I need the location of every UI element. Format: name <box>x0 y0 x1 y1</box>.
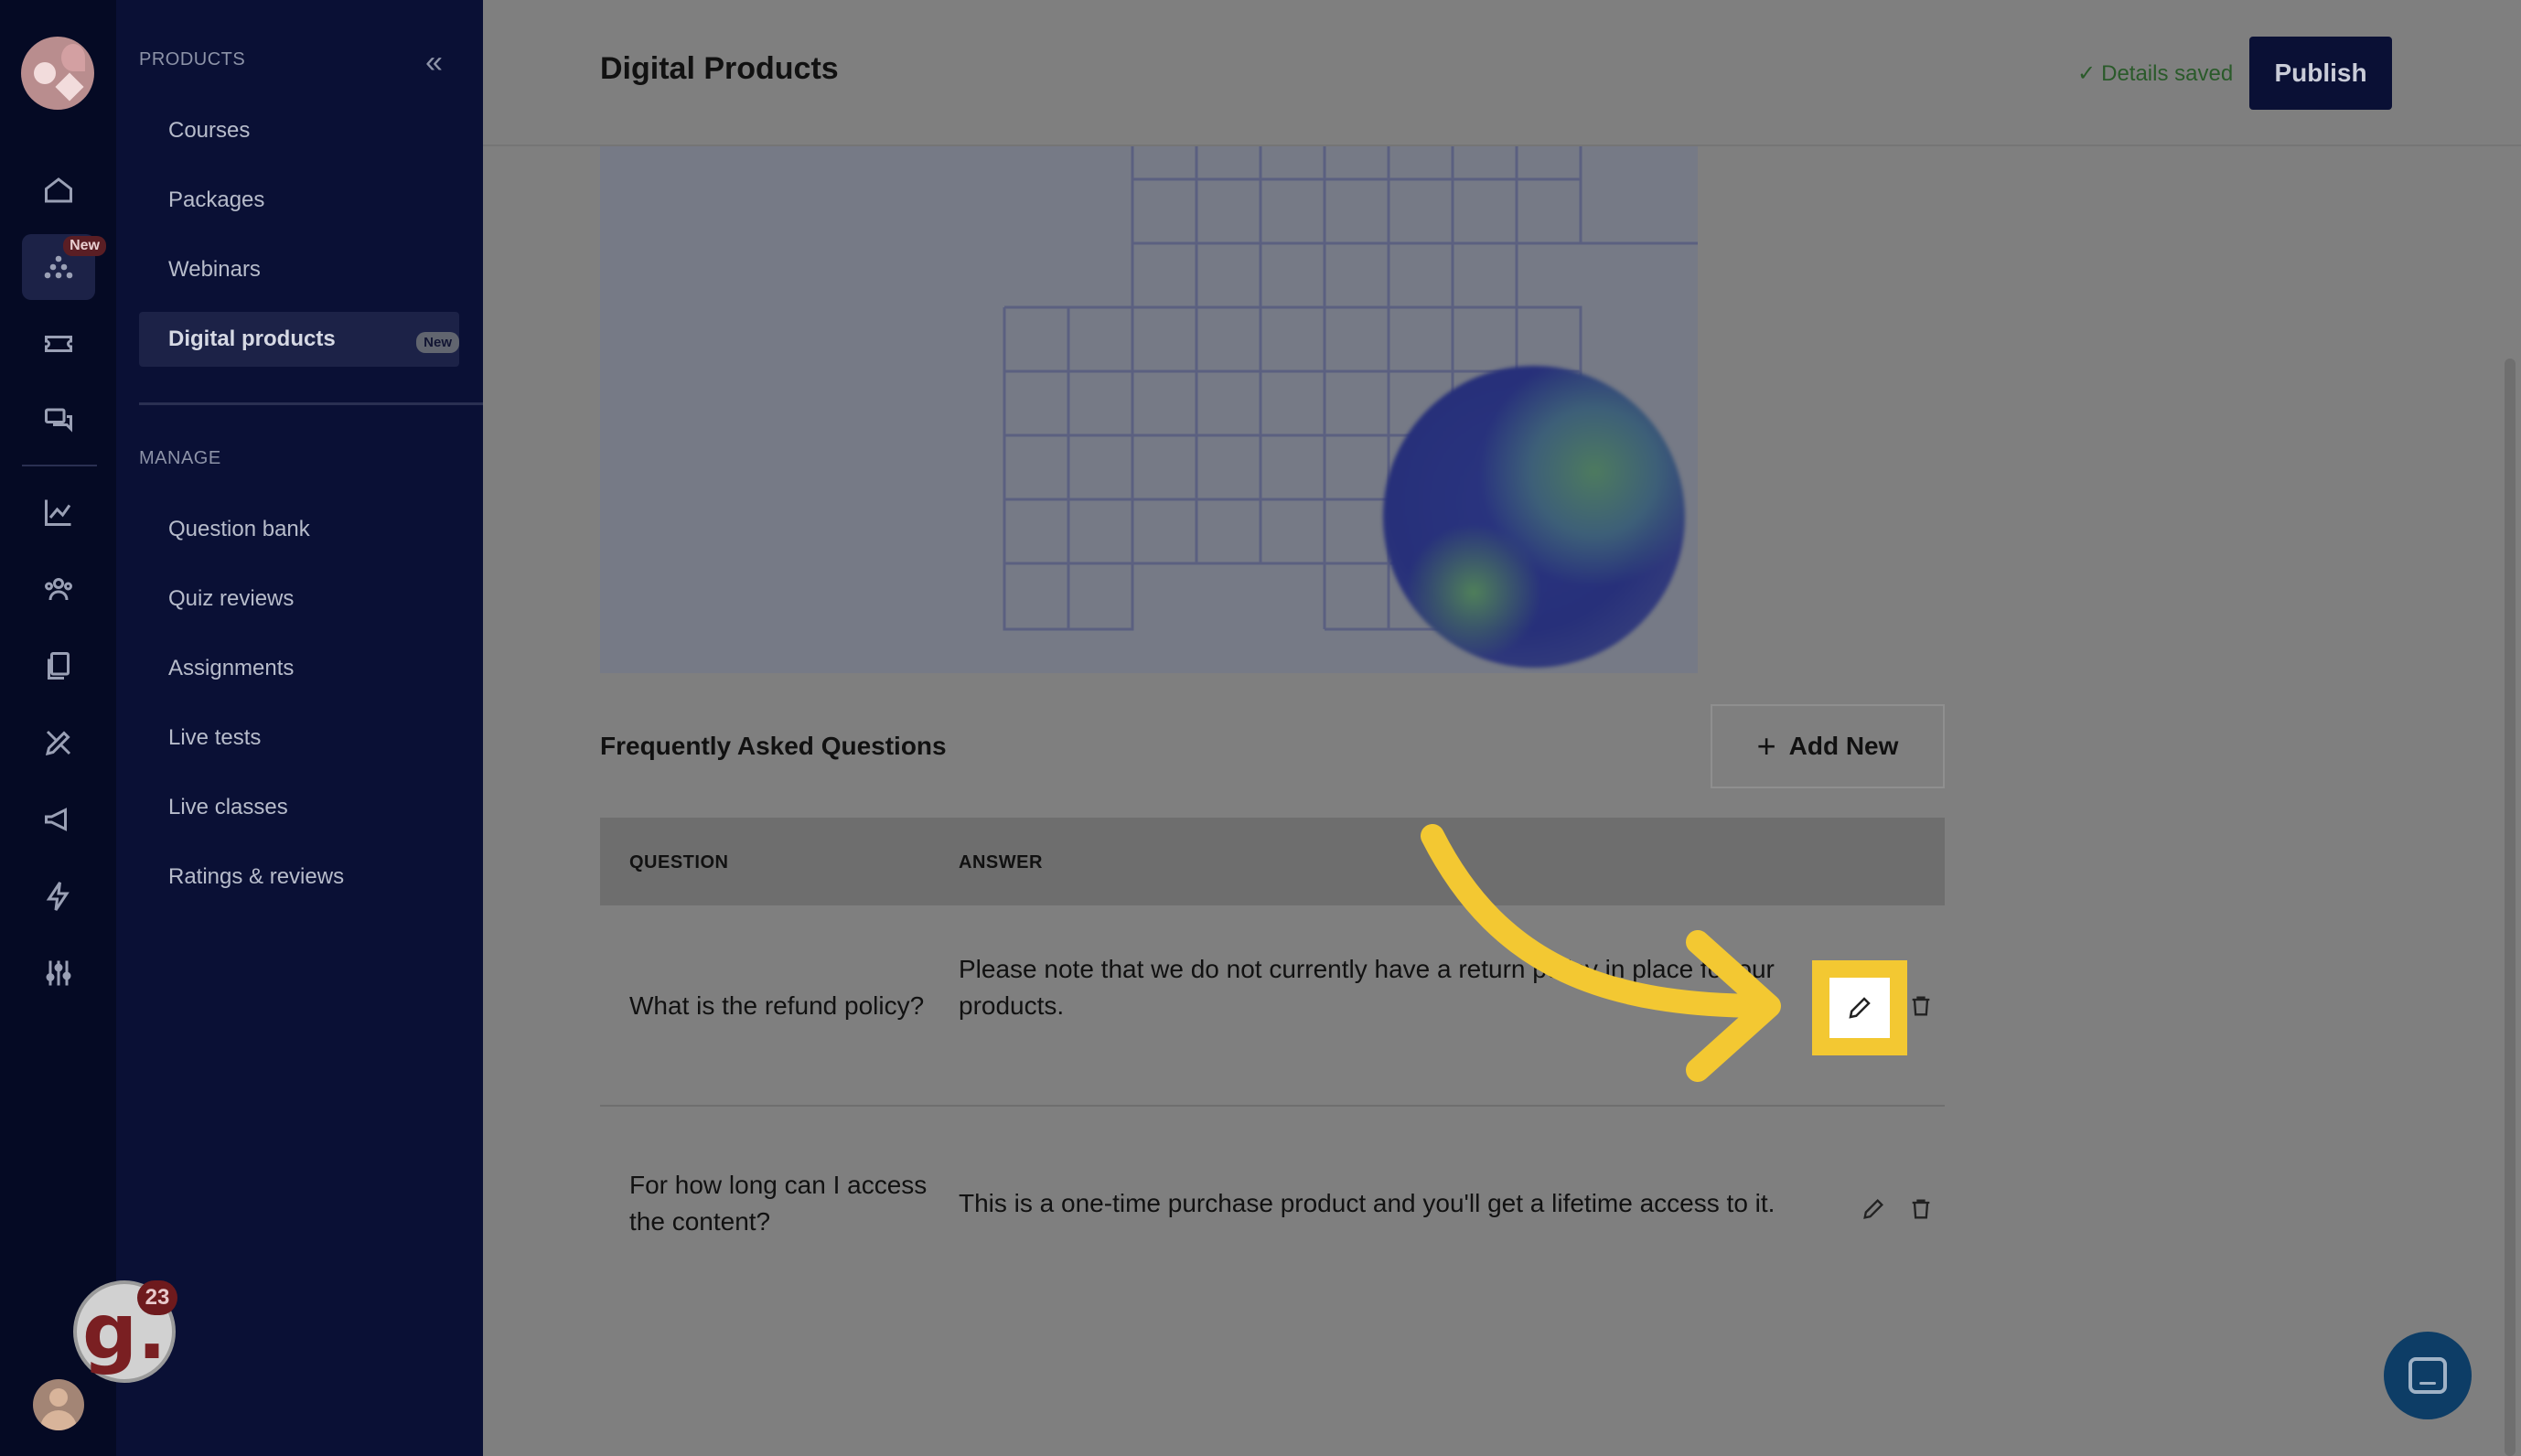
users-icon[interactable] <box>22 556 95 622</box>
sidebar-item-live-tests[interactable]: Live tests <box>139 711 459 765</box>
faq-answer: This is a one-time purchase product and … <box>959 1189 1775 1217</box>
sidebar-item-webinars[interactable]: Webinars <box>139 242 459 297</box>
table-row: What is the refund policy? Please note t… <box>600 905 1945 1107</box>
brand-logo[interactable] <box>21 37 94 110</box>
column-header-answer: ANSWER <box>959 852 1043 873</box>
top-bar: Digital Products ✓ Details saved Publish <box>483 0 2521 146</box>
scrollbar[interactable] <box>2505 359 2516 1456</box>
manage-section-label: MANAGE <box>139 448 221 468</box>
sidebar-item-courses[interactable]: Courses <box>139 103 459 158</box>
table-row: For how long can I access the content? T… <box>600 1107 1945 1295</box>
table-header: QUESTION ANSWER <box>600 818 1945 905</box>
chat-support-button[interactable] <box>2384 1332 2472 1419</box>
sidebar-item-digital-products[interactable]: Digital products New <box>139 312 459 367</box>
column-header-question: QUESTION <box>629 852 729 873</box>
chat-icon <box>2408 1357 2447 1394</box>
products-icon[interactable]: New <box>22 234 106 300</box>
save-status: ✓ Details saved <box>2077 60 2234 87</box>
products-section-label: PRODUCTS <box>139 49 246 70</box>
new-badge: New <box>63 236 106 256</box>
publish-button[interactable]: Publish <box>2249 37 2392 110</box>
page-title: Digital Products <box>600 51 839 86</box>
delete-icon[interactable] <box>1903 1191 1939 1227</box>
design-icon[interactable] <box>22 710 95 776</box>
documents-icon[interactable] <box>22 633 95 699</box>
sidebar-item-ratings-reviews[interactable]: Ratings & reviews <box>139 850 459 905</box>
lightning-icon[interactable] <box>22 863 95 929</box>
rail-divider <box>22 465 97 466</box>
faq-table: QUESTION ANSWER What is the refund polic… <box>600 818 1945 1295</box>
faq-question: What is the refund policy? <box>629 991 925 1020</box>
megaphone-icon[interactable] <box>22 787 95 852</box>
sidebar-item-packages[interactable]: Packages <box>139 173 459 228</box>
notification-count-badge: 23 <box>137 1280 177 1315</box>
checkmark-icon: ✓ <box>2077 61 2097 86</box>
sidebar-item-assignments[interactable]: Assignments <box>139 641 459 696</box>
edit-icon[interactable] <box>1855 1191 1892 1227</box>
plus-icon: + <box>1756 727 1776 765</box>
faq-section-title: Frequently Asked Questions <box>600 732 947 760</box>
add-new-faq-button[interactable]: + Add New <box>1711 704 1945 788</box>
home-icon[interactable] <box>22 157 95 223</box>
settings-sliders-icon[interactable] <box>22 940 95 1006</box>
faq-answer: Please note that we do not currently hav… <box>959 955 1775 1020</box>
notifications-launcher[interactable]: g. 23 <box>73 1280 177 1383</box>
icon-rail: New <box>0 0 116 1456</box>
sidebar-item-live-classes[interactable]: Live classes <box>139 780 459 835</box>
user-avatar[interactable] <box>33 1379 84 1430</box>
collapse-sidebar-icon[interactable]: « <box>425 47 455 79</box>
main-content: Digital Products ✓ Details saved Publish… <box>483 0 2521 1456</box>
sidebar-item-question-bank[interactable]: Question bank <box>139 502 459 557</box>
sidebar-menu: PRODUCTS « Courses Packages Webinars Dig… <box>116 0 488 1456</box>
globe-illustration <box>1383 366 1685 668</box>
faq-question: For how long can I access the content? <box>629 1171 928 1236</box>
chat-icon[interactable] <box>22 388 95 454</box>
sidebar-item-quiz-reviews[interactable]: Quiz reviews <box>139 572 459 626</box>
delete-icon[interactable] <box>1903 988 1939 1024</box>
edit-icon[interactable] <box>1829 978 1890 1038</box>
menu-divider <box>139 402 488 405</box>
product-cover-image <box>600 146 1698 673</box>
analytics-icon[interactable] <box>22 479 95 545</box>
ticket-icon[interactable] <box>22 311 95 377</box>
new-badge: New <box>416 332 459 353</box>
